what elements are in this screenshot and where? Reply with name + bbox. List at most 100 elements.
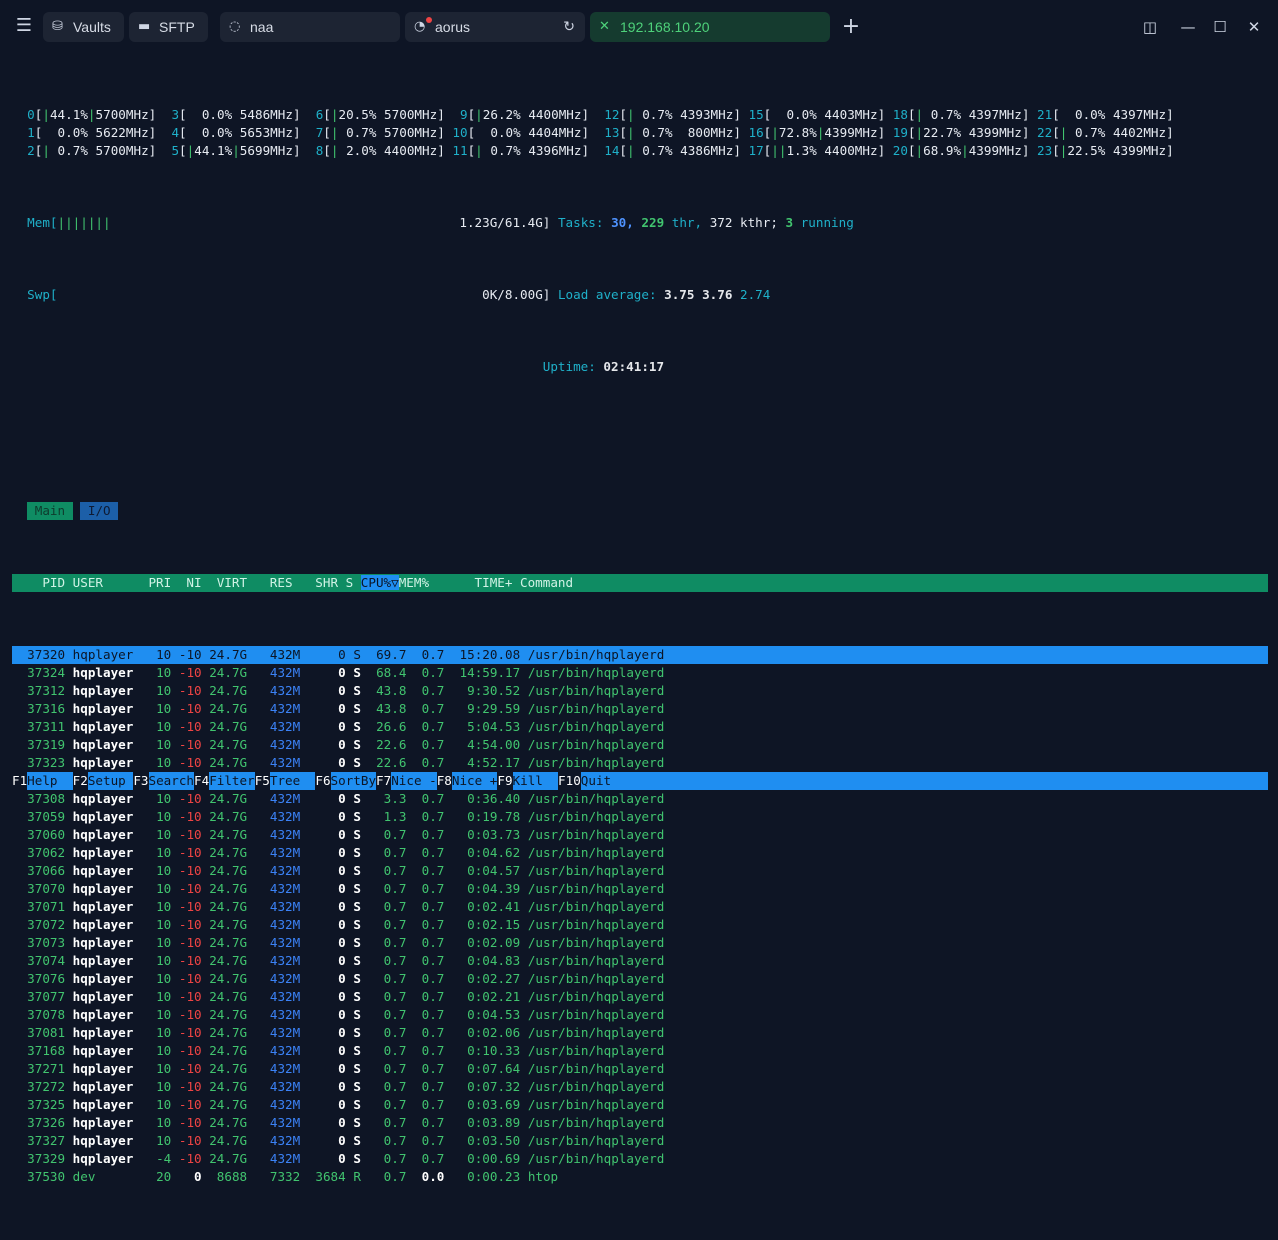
tab-main[interactable]: Main bbox=[27, 502, 73, 520]
fkey-label[interactable]: Help bbox=[27, 772, 73, 790]
process-row[interactable]: 37077 hqplayer 10 -10 24.7G 432M 0 S 0.7… bbox=[12, 988, 1268, 1006]
tab-192-168-10-20[interactable]: ✕ 192.168.10.20 bbox=[590, 12, 830, 42]
process-row[interactable]: 37168 hqplayer 10 -10 24.7G 432M 0 S 0.7… bbox=[12, 1042, 1268, 1060]
process-row[interactable]: 37073 hqplayer 10 -10 24.7G 432M 0 S 0.7… bbox=[12, 934, 1268, 952]
process-row[interactable]: 37059 hqplayer 10 -10 24.7G 432M 0 S 1.3… bbox=[12, 808, 1268, 826]
close-icon[interactable]: ✕ bbox=[599, 12, 610, 42]
virt-cell: 24.7G bbox=[209, 989, 248, 1004]
fkey-f2[interactable]: F2 bbox=[72, 772, 88, 790]
user-cell: hqplayer bbox=[72, 917, 141, 932]
tab-vaults[interactable]: ⛁ Vaults bbox=[43, 12, 124, 42]
state-cell: S bbox=[353, 755, 361, 770]
fkey-label[interactable]: Kill bbox=[512, 772, 559, 790]
fkey-label[interactable]: Search bbox=[148, 772, 195, 790]
process-row[interactable]: 37076 hqplayer 10 -10 24.7G 432M 0 S 0.7… bbox=[12, 970, 1268, 988]
process-row[interactable]: 37078 hqplayer 10 -10 24.7G 432M 0 S 0.7… bbox=[12, 1006, 1268, 1024]
process-row[interactable]: 37323 hqplayer 10 -10 24.7G 432M 0 S 22.… bbox=[12, 754, 1268, 772]
ni-cell: -10 bbox=[178, 1151, 202, 1166]
process-row[interactable]: 37316 hqplayer 10 -10 24.7G 432M 0 S 43.… bbox=[12, 700, 1268, 718]
fkey-label[interactable]: Setup bbox=[87, 772, 134, 790]
process-row[interactable]: 37070 hqplayer 10 -10 24.7G 432M 0 S 0.7… bbox=[12, 880, 1268, 898]
fkey-label[interactable]: SortBy bbox=[330, 772, 377, 790]
process-row[interactable]: 37325 hqplayer 10 -10 24.7G 432M 0 S 0.7… bbox=[12, 1096, 1268, 1114]
process-row[interactable]: 37530 dev 20 0 8688 7332 3684 R 0.7 0.0 … bbox=[12, 1168, 1268, 1186]
terminal[interactable]: 0[|44.1%|5700MHz] 3[ 0.0% 5486MHz] 6[|20… bbox=[12, 70, 1268, 1184]
command-cell: /usr/bin/hqplayerd bbox=[527, 683, 1278, 698]
time-cell: 0:07.32 bbox=[451, 1079, 521, 1094]
fkey-f10[interactable]: F10 bbox=[558, 772, 581, 790]
tab-sftp[interactable]: ▬ SFTP bbox=[129, 12, 208, 42]
fkey-f8[interactable]: F8 bbox=[436, 772, 452, 790]
process-row[interactable]: 37327 hqplayer 10 -10 24.7G 432M 0 S 0.7… bbox=[12, 1132, 1268, 1150]
mem-cell: 0.7 bbox=[414, 1079, 445, 1094]
process-row[interactable]: 37074 hqplayer 10 -10 24.7G 432M 0 S 0.7… bbox=[12, 952, 1268, 970]
process-list[interactable]: 37320 hqplayer 10 -10 24.7G 432M 0 S 69.… bbox=[12, 646, 1268, 1186]
process-row[interactable]: 37308 hqplayer 10 -10 24.7G 432M 0 S 3.3… bbox=[12, 790, 1268, 808]
cpu-cell: 0.7 bbox=[368, 1097, 407, 1112]
mem-cell: 0.7 bbox=[414, 881, 445, 896]
reload-icon[interactable]: ↻ bbox=[563, 12, 575, 42]
hamburger-menu-icon[interactable]: ☰ bbox=[14, 16, 34, 36]
res-cell: 432M bbox=[254, 881, 301, 896]
new-tab-plus-icon[interactable]: + bbox=[840, 14, 862, 40]
virt-cell: 24.7G bbox=[209, 899, 248, 914]
pid-cell: 37320 bbox=[12, 647, 66, 662]
fkey-f5[interactable]: F5 bbox=[254, 772, 270, 790]
minimize-icon[interactable]: — bbox=[1176, 14, 1200, 40]
process-row[interactable]: 37081 hqplayer 10 -10 24.7G 432M 0 S 0.7… bbox=[12, 1024, 1268, 1042]
fkey-label[interactable]: Nice + bbox=[451, 772, 498, 790]
mem-cell: 0.7 bbox=[414, 701, 445, 716]
process-row[interactable]: 37312 hqplayer 10 -10 24.7G 432M 0 S 43.… bbox=[12, 682, 1268, 700]
process-row[interactable]: 37072 hqplayer 10 -10 24.7G 432M 0 S 0.7… bbox=[12, 916, 1268, 934]
virt-cell: 24.7G bbox=[209, 737, 248, 752]
process-row[interactable]: 37319 hqplayer 10 -10 24.7G 432M 0 S 22.… bbox=[12, 736, 1268, 754]
cpu-meters: 0[|44.1%|5700MHz] 3[ 0.0% 5486MHz] 6[|20… bbox=[12, 106, 1268, 160]
fkey-f6[interactable]: F6 bbox=[315, 772, 331, 790]
tab-naa[interactable]: ◌ naa bbox=[220, 12, 400, 42]
vault-icon: ⛁ bbox=[52, 19, 63, 34]
window-close-icon[interactable]: ✕ bbox=[1242, 14, 1266, 40]
process-row[interactable]: 37324 hqplayer 10 -10 24.7G 432M 0 S 68.… bbox=[12, 664, 1268, 682]
process-table-header[interactable]: PID USER PRI NI VIRT RES SHR S CPU%▽MEM%… bbox=[12, 574, 1268, 592]
virt-cell: 24.7G bbox=[209, 719, 248, 734]
process-row[interactable]: 37320 hqplayer 10 -10 24.7G 432M 0 S 69.… bbox=[12, 646, 1268, 664]
virt-cell: 24.7G bbox=[209, 1079, 248, 1094]
process-row[interactable]: 37272 hqplayer 10 -10 24.7G 432M 0 S 0.7… bbox=[12, 1078, 1268, 1096]
fkey-f9[interactable]: F9 bbox=[497, 772, 513, 790]
user-cell: hqplayer bbox=[72, 1115, 141, 1130]
fkey-f4[interactable]: F4 bbox=[194, 772, 210, 790]
ni-cell: -10 bbox=[178, 917, 202, 932]
fkey-label[interactable]: Quit bbox=[580, 772, 612, 790]
pid-cell: 37271 bbox=[12, 1061, 66, 1076]
process-row[interactable]: 37060 hqplayer 10 -10 24.7G 432M 0 S 0.7… bbox=[12, 826, 1268, 844]
sidebar-toggle-icon[interactable]: ◫ bbox=[1138, 14, 1162, 40]
ni-cell: 0 bbox=[178, 1169, 202, 1184]
ni-cell: -10 bbox=[178, 809, 202, 824]
cpu-cell: 0.7 bbox=[368, 1079, 407, 1094]
pri-cell: 10 bbox=[148, 971, 172, 986]
virt-cell: 24.7G bbox=[209, 935, 248, 950]
pri-cell: 10 bbox=[148, 701, 172, 716]
process-row[interactable]: 37271 hqplayer 10 -10 24.7G 432M 0 S 0.7… bbox=[12, 1060, 1268, 1078]
process-row[interactable]: 37071 hqplayer 10 -10 24.7G 432M 0 S 0.7… bbox=[12, 898, 1268, 916]
cpu-cell: 0.7 bbox=[368, 827, 407, 842]
fkey-f3[interactable]: F3 bbox=[133, 772, 149, 790]
fkey-f1[interactable]: F1 bbox=[12, 772, 28, 790]
tab-aorus[interactable]: ◔ aorus ↻ bbox=[405, 12, 585, 42]
pri-cell: 10 bbox=[148, 1043, 172, 1058]
tab-io[interactable]: I/O bbox=[80, 502, 119, 520]
user-cell: hqplayer bbox=[72, 647, 141, 662]
mem-cell: 0.0 bbox=[414, 1169, 445, 1184]
fkey-label[interactable]: Tree bbox=[269, 772, 316, 790]
fkey-f7[interactable]: F7 bbox=[376, 772, 392, 790]
process-row[interactable]: 37329 hqplayer -4 -10 24.7G 432M 0 S 0.7… bbox=[12, 1150, 1268, 1168]
pri-cell: 10 bbox=[148, 845, 172, 860]
process-row[interactable]: 37066 hqplayer 10 -10 24.7G 432M 0 S 0.7… bbox=[12, 862, 1268, 880]
process-row[interactable]: 37311 hqplayer 10 -10 24.7G 432M 0 S 26.… bbox=[12, 718, 1268, 736]
debian-swirl-icon: ◌ bbox=[229, 19, 241, 34]
maximize-icon[interactable]: ☐ bbox=[1208, 14, 1232, 40]
fkey-label[interactable]: Nice - bbox=[391, 772, 437, 790]
process-row[interactable]: 37326 hqplayer 10 -10 24.7G 432M 0 S 0.7… bbox=[12, 1114, 1268, 1132]
process-row[interactable]: 37062 hqplayer 10 -10 24.7G 432M 0 S 0.7… bbox=[12, 844, 1268, 862]
fkey-label[interactable]: Filter bbox=[209, 772, 255, 790]
